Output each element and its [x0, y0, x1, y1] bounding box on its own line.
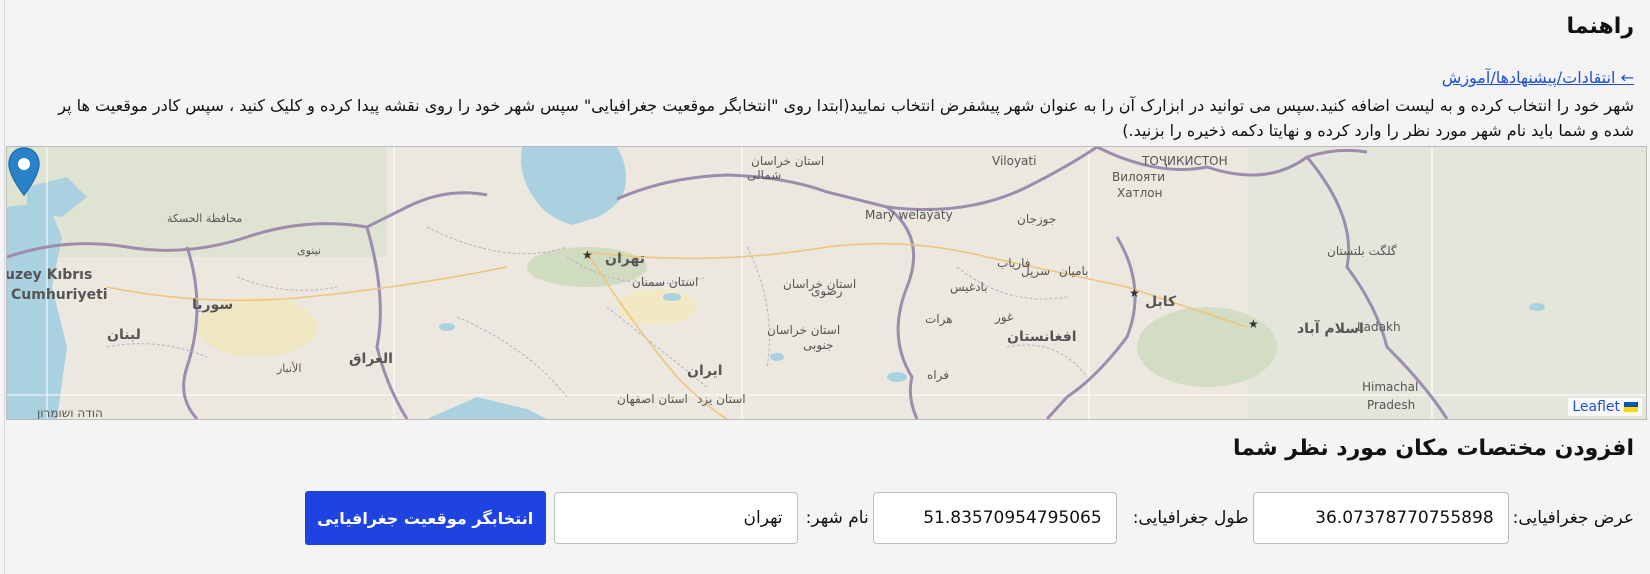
map-place-label: شمالی — [747, 168, 781, 182]
location-marker-icon[interactable] — [7, 147, 41, 197]
map-place-label: جنوبی — [803, 338, 834, 353]
leaflet-link-text[interactable]: Leaflet — [1572, 399, 1620, 415]
guide-instructions: شهر خود را انتخاب کرده و به لیست اضافه ک… — [58, 96, 1634, 140]
map-place-label: ایران — [687, 363, 723, 379]
map-view[interactable]: ★ ★ ★ Viloyati ТОҶИКИСТОН Вилояти Хатлон Mar… — [6, 146, 1647, 420]
page-left-border — [4, 0, 5, 574]
ukraine-flag-icon — [1624, 402, 1638, 412]
map-place-label: Mary welaýaty — [865, 208, 953, 222]
map-place-label: Himachal — [1362, 380, 1418, 394]
map-place-label: Ladakh — [1357, 320, 1401, 334]
map-place-label: استان یزد — [697, 392, 746, 407]
map-place-label: رضوی — [811, 284, 843, 299]
map-place-label: فاریاب — [997, 256, 1030, 271]
map-place-label: کابل — [1145, 294, 1177, 310]
latitude-input[interactable] — [1252, 492, 1509, 544]
map-place-label: سوریا — [192, 297, 233, 313]
map-place-label: Хатлон — [1117, 186, 1162, 200]
map-place-label: غور — [994, 310, 1013, 325]
svg-text:★: ★ — [582, 248, 593, 262]
map-place-label: افغانستان — [1007, 329, 1077, 345]
map-place-label: بامیان — [1059, 264, 1089, 278]
map-place-label: اسلام آباد — [1297, 319, 1364, 337]
svg-text:★: ★ — [1129, 286, 1140, 300]
longitude-input[interactable] — [872, 492, 1117, 544]
city-name-label: نام شهر: — [805, 508, 869, 528]
map-place-label: Viloyati — [992, 154, 1036, 168]
svg-text:★: ★ — [1248, 317, 1259, 331]
longitude-label: طول جغرافیایی: — [1132, 508, 1249, 528]
map-place-label: uzey Kıbrıs — [7, 267, 92, 283]
map-place-label: הודה ושומרון — [37, 406, 103, 419]
map-place-label: Cumhuriyeti — [11, 287, 108, 303]
map-place-label: استان خراسان — [767, 323, 840, 338]
map-place-label: نينوى — [297, 244, 321, 257]
add-coordinates-title: افزودن مختصات مکان مورد نظر شما — [1232, 436, 1634, 461]
map-place-label: لبنان — [107, 327, 141, 343]
feedback-link[interactable]: ← انتقادات/پیشنهادها/آموزش — [1442, 68, 1634, 87]
map-place-label: استان خراسان — [751, 154, 824, 169]
leaflet-attribution-link[interactable]: Leaflet — [1568, 398, 1642, 416]
map-place-label: جوزجان — [1017, 212, 1056, 227]
map-place-label: Вилояти — [1112, 170, 1165, 184]
map-place-label: گلگت بلتستان — [1327, 244, 1397, 258]
coordinates-form: عرض جغرافیایی: طول جغرافیایی: نام شهر: ا… — [304, 491, 1634, 545]
city-name-input[interactable] — [553, 492, 798, 544]
geolocation-picker-button[interactable]: انتخابگر موقعیت جغرافیایی — [304, 491, 546, 545]
map-place-label: فراه — [927, 368, 949, 383]
map-place-label: استان سمنان — [632, 275, 698, 289]
latitude-label: عرض جغرافیایی: — [1512, 508, 1634, 528]
map-place-label: تهران — [605, 251, 645, 267]
map-place-label: ТОҶИКИСТОН — [1141, 154, 1228, 168]
map-place-label: محافظة الحسكة — [167, 212, 242, 225]
guide-heading: راهنما — [1566, 14, 1634, 39]
map-place-label: هرات — [925, 312, 953, 327]
map-place-label: الأنبار — [276, 361, 301, 375]
map-place-label: Pradesh — [1367, 398, 1415, 412]
map-place-label: بادغيس — [950, 280, 988, 295]
map-tiles: ★ ★ ★ Viloyati ТОҶИКИСТОН Вилояти Хатлон Mar… — [7, 147, 1646, 419]
map-place-label: العراق — [349, 351, 393, 367]
map-place-label: استان اصفهان — [617, 392, 688, 406]
